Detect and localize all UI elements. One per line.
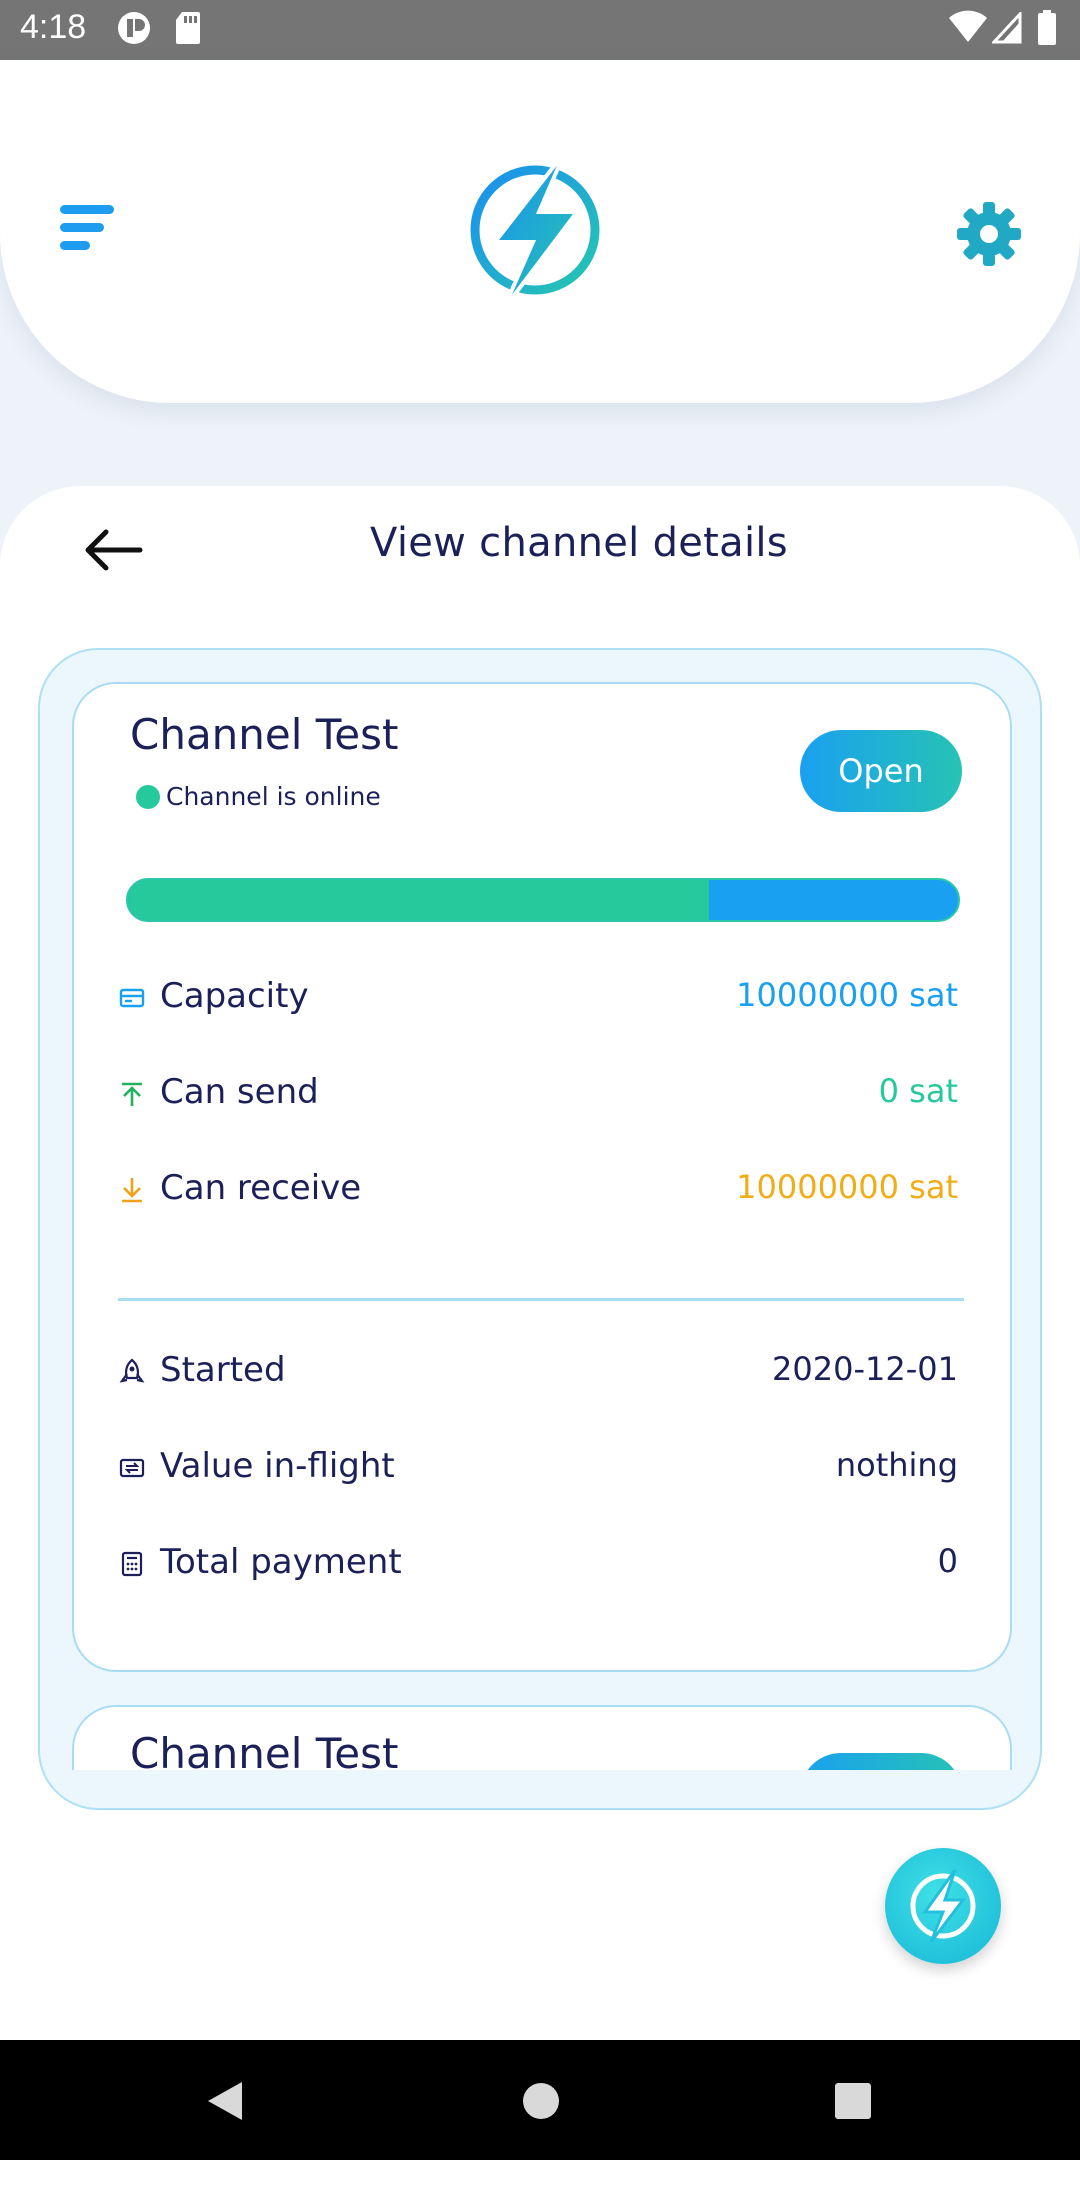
- credit-card-icon: [119, 988, 145, 1008]
- status-bar: 4:18: [0, 0, 1080, 60]
- value-in-flight-row: Value in-flight nothing: [118, 1440, 958, 1496]
- channel-status-text: Channel is online: [166, 782, 381, 811]
- started-row: Started 2020-12-01: [118, 1344, 958, 1400]
- total-payment-value: 0: [937, 1542, 958, 1580]
- section-divider: [118, 1298, 964, 1301]
- balance-bar: [126, 878, 960, 922]
- page-title: View channel details: [370, 520, 788, 566]
- signal-icon: [992, 12, 1022, 44]
- channel-card-next[interactable]: Channel Test: [72, 1705, 1012, 1770]
- nav-home-icon[interactable]: [520, 2080, 562, 2122]
- channel-list[interactable]: Channel Test Channel is online Open Capa…: [38, 648, 1042, 1810]
- total-payment-label: Total payment: [160, 1542, 402, 1582]
- transfer-icon: [119, 1458, 145, 1478]
- can-receive-row: Can receive 10000000 sat: [118, 1162, 958, 1218]
- status-time: 4:18: [20, 8, 87, 46]
- started-value: 2020-12-01: [772, 1350, 958, 1388]
- nav-recents-icon[interactable]: [832, 2080, 874, 2122]
- menu-icon[interactable]: [60, 205, 120, 265]
- channel-status: Channel is online: [136, 782, 381, 811]
- lightning-logo-icon: [470, 150, 600, 312]
- rocket-icon: [119, 1358, 145, 1383]
- lightning-fab-button[interactable]: [885, 1848, 1001, 1964]
- next-open-status-button[interactable]: [800, 1753, 962, 1770]
- online-dot-icon: [136, 785, 160, 809]
- capacity-label: Capacity: [160, 976, 309, 1016]
- calculator-icon: [121, 1551, 143, 1577]
- open-status-button[interactable]: Open: [800, 730, 962, 812]
- capacity-value: 10000000 sat: [736, 976, 958, 1014]
- total-payment-row: Total payment 0: [118, 1536, 958, 1592]
- channel-card[interactable]: Channel Test Channel is online Open Capa…: [72, 682, 1012, 1672]
- value-in-flight-value: nothing: [835, 1446, 958, 1484]
- can-receive-value: 10000000 sat: [736, 1168, 958, 1206]
- arrow-down-icon: [122, 1178, 142, 1203]
- capacity-row: Capacity 10000000 sat: [118, 970, 958, 1026]
- can-send-label: Can send: [160, 1072, 319, 1112]
- next-channel-name: Channel Test: [130, 1729, 399, 1770]
- started-label: Started: [160, 1350, 286, 1390]
- lightning-bolt-icon: [910, 1869, 976, 1943]
- can-send-value: 0 sat: [878, 1072, 958, 1110]
- arrow-up-icon: [122, 1082, 142, 1106]
- nav-back-icon[interactable]: [204, 2080, 246, 2122]
- can-receive-label: Can receive: [160, 1168, 362, 1208]
- sd-card-icon: [176, 12, 200, 44]
- wifi-icon: [949, 10, 987, 42]
- balance-bar-send-fill: [128, 880, 709, 920]
- gear-icon[interactable]: [955, 200, 1023, 268]
- value-in-flight-label: Value in-flight: [160, 1446, 395, 1486]
- notification-icon: [118, 12, 150, 44]
- battery-icon: [1038, 10, 1056, 45]
- channel-name: Channel Test: [130, 710, 399, 759]
- can-send-row: Can send 0 sat: [118, 1066, 958, 1122]
